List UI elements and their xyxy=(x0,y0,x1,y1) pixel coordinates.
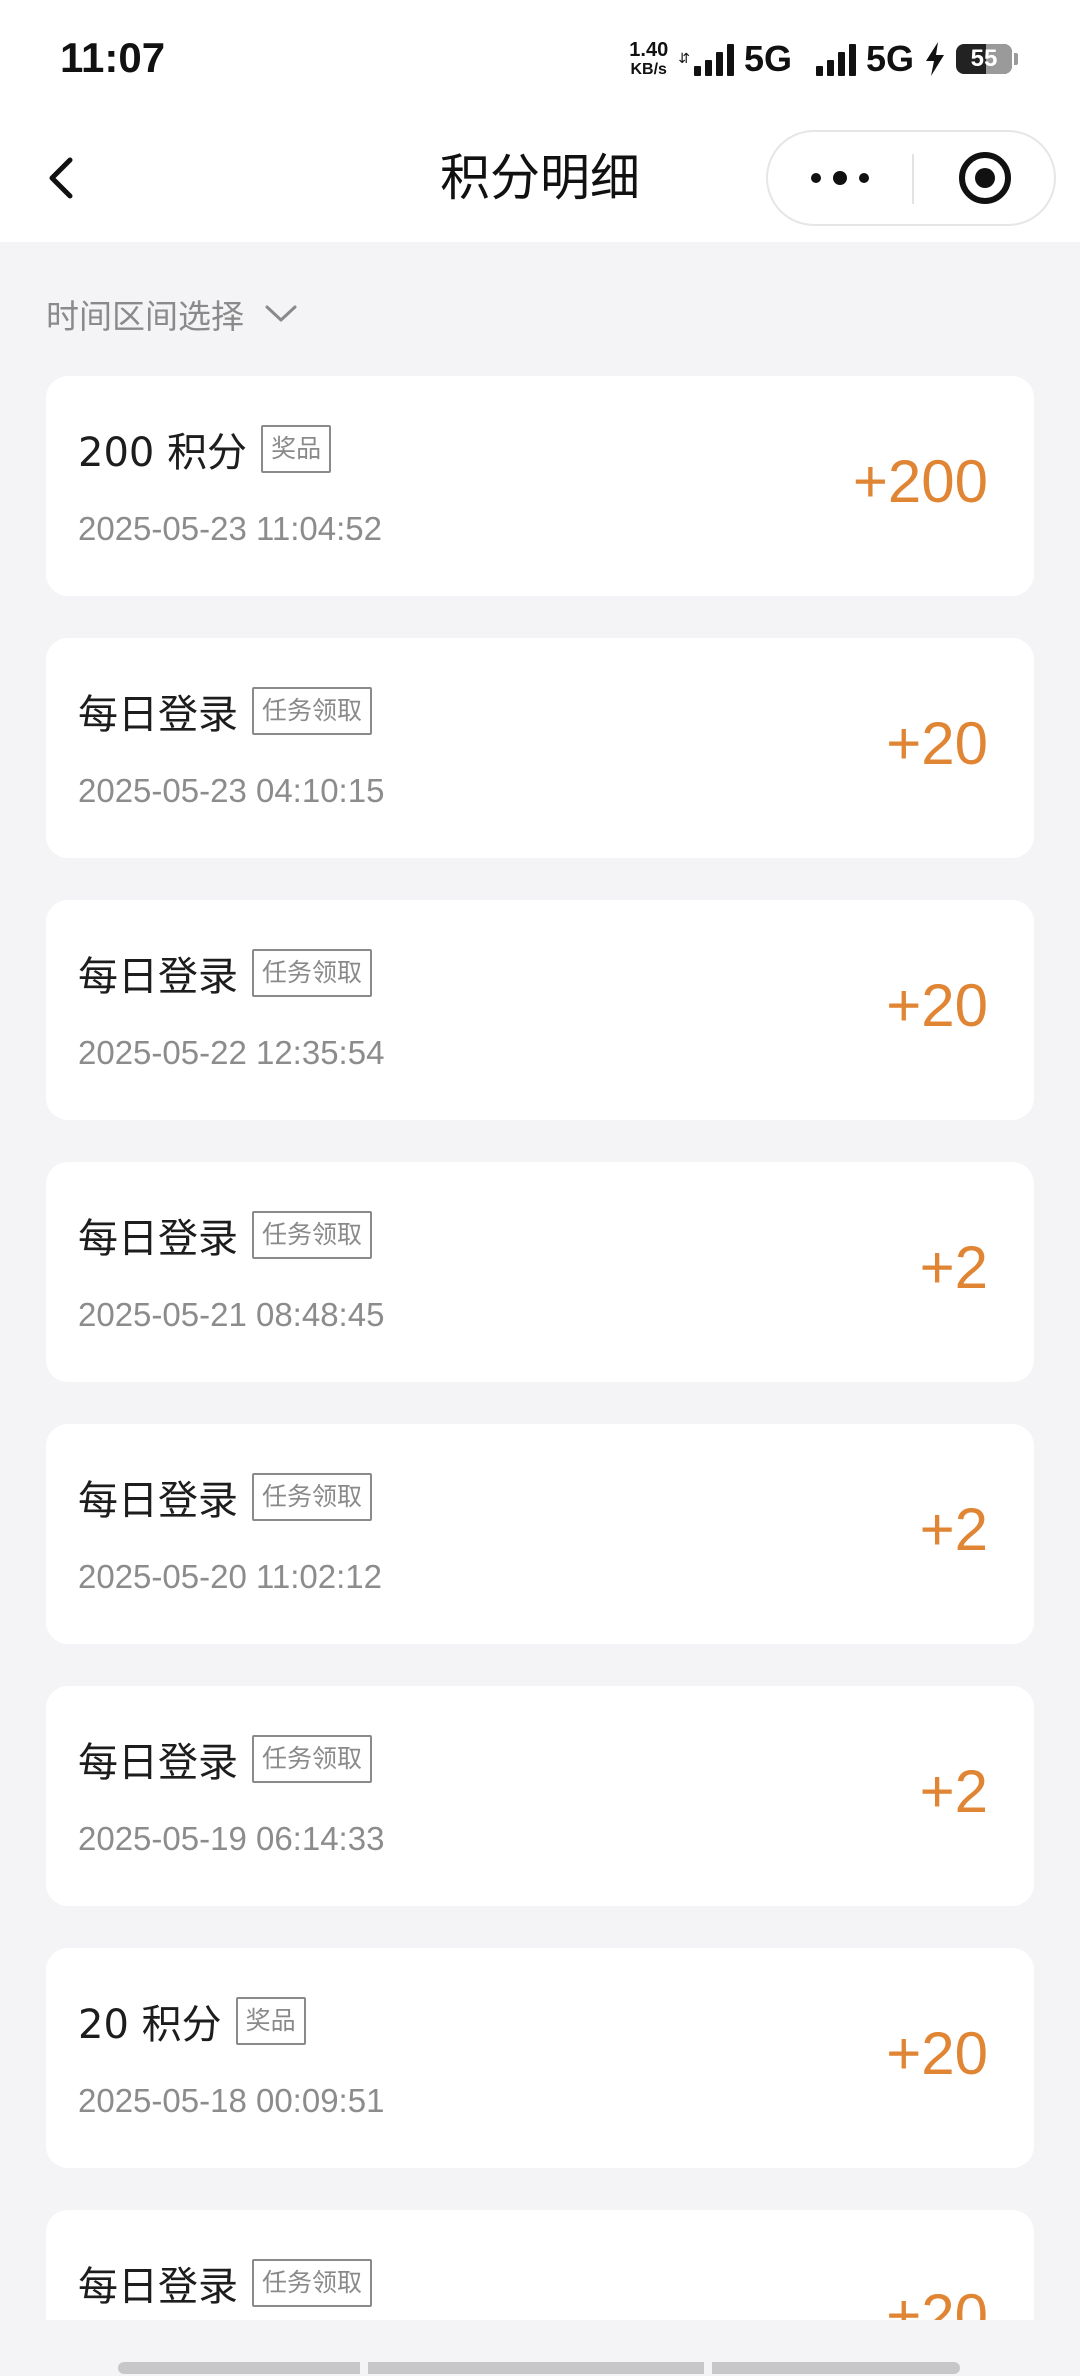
record-tag-badge: 任务领取 xyxy=(252,1211,373,1259)
record-title: 每日登录 xyxy=(78,1740,238,1786)
network-speed-unit: KB/s xyxy=(630,61,667,78)
record-card[interactable]: 200 积分 奖品 2025-05-23 11:04:52 +200 xyxy=(46,376,1034,596)
record-title: 20 积分 xyxy=(78,2002,222,2048)
record-title-row: 200 积分 奖品 xyxy=(78,420,332,478)
signal-strength-icon xyxy=(693,42,734,76)
record-tag-badge: 任务领取 xyxy=(252,1735,373,1783)
record-title: 每日登录 xyxy=(78,954,238,1000)
record-card[interactable]: 每日登录 任务领取 2025-05-19 06:14:33 +2 xyxy=(46,1686,1034,1906)
record-title-row: 20 积分 奖品 xyxy=(78,1992,306,2050)
time-range-filter-label: 时间区间选择 xyxy=(46,297,244,336)
bottom-bar xyxy=(0,2320,1080,2376)
record-title-row: 每日登录 任务领取 xyxy=(78,944,373,1002)
status-indicators: 1.40 KB/s ⇵ 5G 5G 55 xyxy=(629,36,1018,82)
more-dots-icon[interactable] xyxy=(768,132,912,224)
record-title-row: 每日登录 任务领取 xyxy=(78,1468,373,1526)
chevron-down-icon xyxy=(265,305,297,322)
record-time: 2025-05-23 04:10:15 xyxy=(78,772,385,809)
record-tag-badge: 任务领取 xyxy=(252,2259,373,2307)
time-range-filter[interactable]: 时间区间选择 xyxy=(46,290,298,338)
record-title-row: 每日登录 任务领取 xyxy=(78,2254,373,2312)
record-title-row: 每日登录 任务领取 xyxy=(78,1730,373,1788)
record-title: 200 积分 xyxy=(78,430,248,476)
data-transfer-icon: ⇵ xyxy=(678,51,690,67)
record-points: +20 xyxy=(886,972,988,1039)
record-time: 2025-05-22 12:35:54 xyxy=(78,1034,385,1071)
target-circle-icon[interactable] xyxy=(914,132,1056,224)
navigation-bar: 积分明细 xyxy=(0,118,1080,242)
network-speed-value: 1.40 xyxy=(629,39,669,61)
record-card[interactable]: 每日登录 任务领取 2025-05-20 11:02:12 +2 xyxy=(46,1424,1034,1644)
record-card[interactable]: 每日登录 任务领取 2025-05-23 04:10:15 +20 xyxy=(46,638,1034,858)
battery-icon: 55 xyxy=(956,44,1012,74)
mini-program-capsule xyxy=(766,130,1056,226)
record-card[interactable]: 每日登录 任务领取 +20 xyxy=(46,2210,1034,2320)
network-type-2: 5G xyxy=(865,38,914,79)
record-points: +200 xyxy=(852,448,988,515)
record-points: +20 xyxy=(886,2020,988,2087)
record-card[interactable]: 20 积分 奖品 2025-05-18 00:09:51 +20 xyxy=(46,1948,1034,2168)
charging-bolt-icon xyxy=(926,42,944,76)
record-time: 2025-05-18 00:09:51 xyxy=(78,2082,385,2119)
home-indicator[interactable] xyxy=(118,2362,960,2374)
battery-tip xyxy=(1014,53,1018,65)
record-tag-badge: 奖品 xyxy=(261,425,332,473)
record-card[interactable]: 每日登录 任务领取 2025-05-21 08:48:45 +2 xyxy=(46,1162,1034,1382)
record-points: +20 xyxy=(886,710,988,777)
record-title: 每日登录 xyxy=(78,692,238,738)
record-title-row: 每日登录 任务领取 xyxy=(78,1206,373,1264)
record-card[interactable]: 每日登录 任务领取 2025-05-22 12:35:54 +20 xyxy=(46,900,1034,1120)
record-title: 每日登录 xyxy=(78,1216,238,1262)
record-time: 2025-05-21 08:48:45 xyxy=(78,1296,385,1333)
points-record-list[interactable]: 200 积分 奖品 2025-05-23 11:04:52 +200 每日登录 任务领取 2… xyxy=(0,376,1080,2320)
network-speed: 1.40 KB/s xyxy=(629,40,668,78)
signal-strength-icon xyxy=(815,42,856,76)
record-tag-badge: 任务领取 xyxy=(252,687,373,735)
record-title: 每日登录 xyxy=(78,2264,238,2310)
record-points: +2 xyxy=(919,1758,988,1825)
record-tag-badge: 任务领取 xyxy=(252,949,373,997)
record-time: 2025-05-20 11:02:12 xyxy=(78,1558,382,1595)
battery-level: 55 xyxy=(970,45,998,72)
record-tag-badge: 奖品 xyxy=(235,1997,306,2045)
record-tag-badge: 任务领取 xyxy=(252,1473,373,1521)
status-bar: 11:07 1.40 KB/s ⇵ 5G 5G 55 xyxy=(0,0,1080,118)
record-title-row: 每日登录 任务领取 xyxy=(78,682,373,740)
record-points: +2 xyxy=(919,1234,988,1301)
record-time: 2025-05-19 06:14:33 xyxy=(78,1820,385,1857)
record-points: +20 xyxy=(886,2282,988,2320)
record-title: 每日登录 xyxy=(78,1478,238,1524)
record-time: 2025-05-23 11:04:52 xyxy=(78,510,382,547)
record-list-container: 200 积分 奖品 2025-05-23 11:04:52 +200 每日登录 任务领取 2… xyxy=(46,376,1034,2320)
status-time: 11:07 xyxy=(60,34,166,81)
network-type-1: 5G xyxy=(743,38,792,79)
record-points: +2 xyxy=(919,1496,988,1563)
